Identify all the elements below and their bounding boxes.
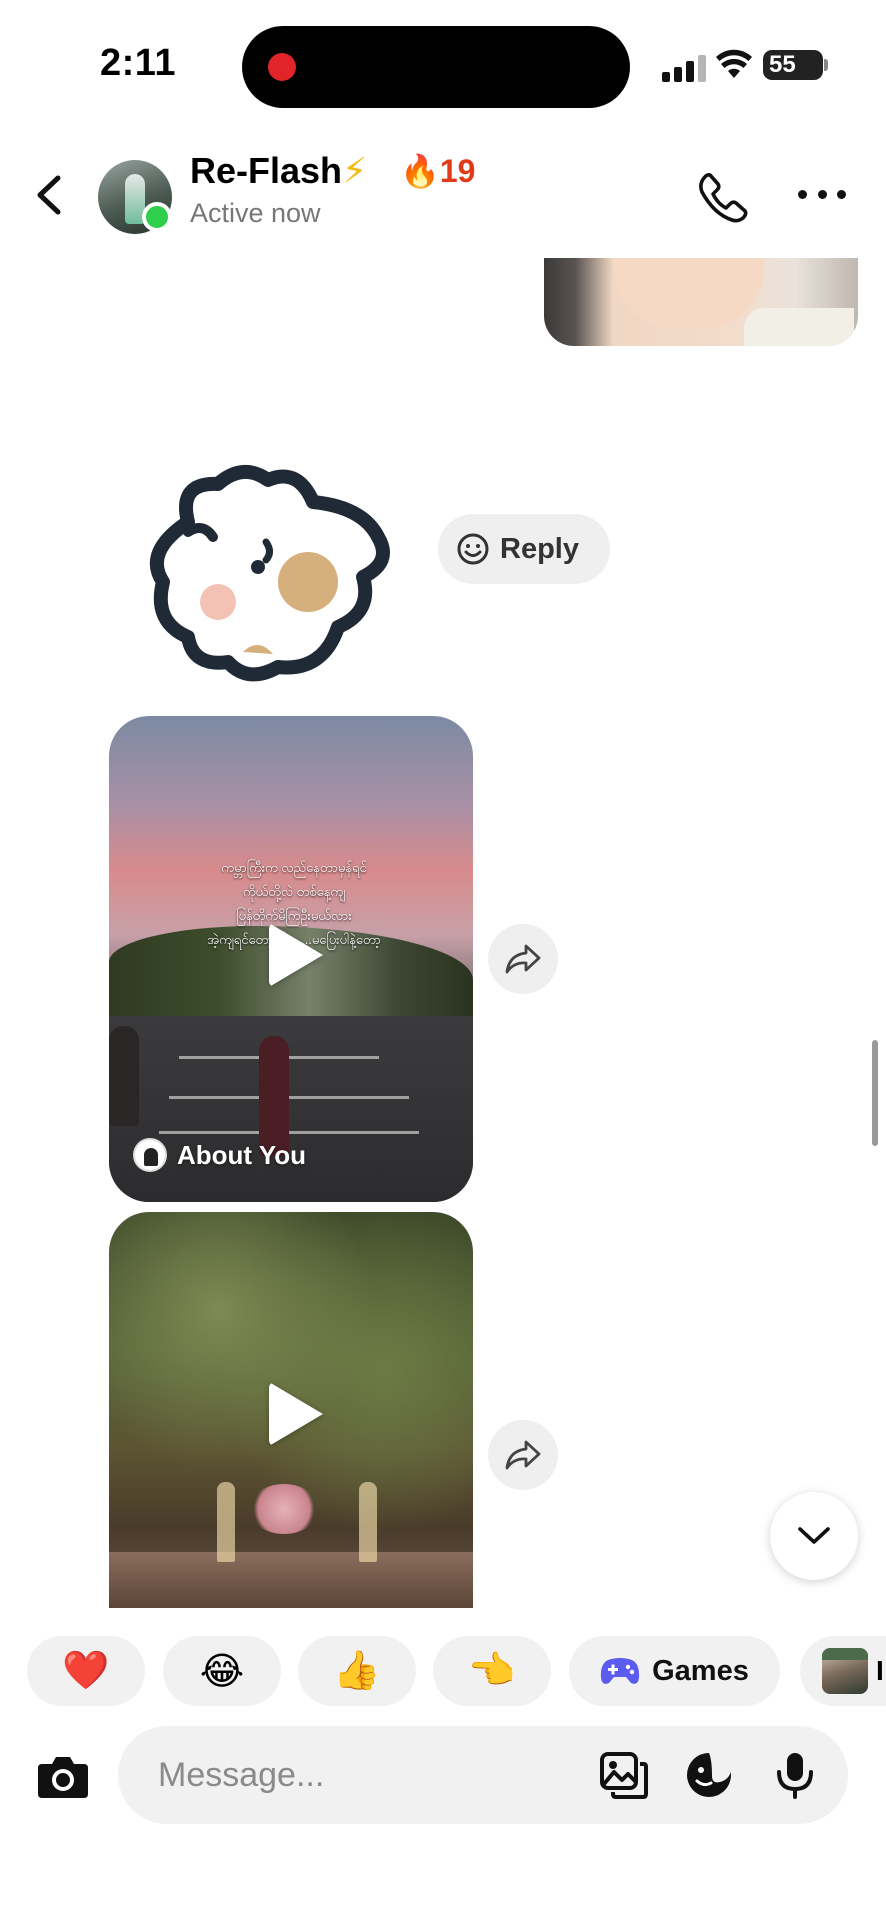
sent-photo-message[interactable] — [544, 258, 858, 346]
play-icon[interactable] — [269, 923, 323, 987]
contact-name[interactable]: Re-Flash⚡ — [190, 150, 367, 192]
video-glass — [359, 1482, 377, 1562]
share-arrow-icon — [505, 1440, 541, 1470]
contact-name-text: Re-Flash — [190, 150, 343, 191]
caption-line: ကိုယ်တို့လဲ တစ်နေ့ကျ — [242, 884, 346, 899]
quick-reaction-laugh[interactable]: 😂 — [163, 1636, 281, 1706]
cat-sticker[interactable] — [148, 462, 398, 684]
phone-call-icon[interactable] — [696, 170, 750, 224]
battery-level: 55 — [769, 51, 796, 78]
streak-badge: 🔥19 — [400, 153, 476, 189]
lightning-emoji: ⚡ — [342, 150, 368, 191]
share-arrow-icon — [505, 944, 541, 974]
more-options-icon[interactable] — [798, 190, 846, 202]
photo-content — [614, 258, 764, 328]
video-flowers — [249, 1484, 319, 1534]
shared-video-message-2[interactable] — [109, 1212, 473, 1608]
caption-line: ကမ္ဘာကြီးက လည်နေတာမှန်ရင် — [221, 860, 367, 875]
quick-reaction-thumbs-up[interactable]: 👍 — [298, 1636, 416, 1706]
message-input-container — [118, 1726, 848, 1824]
camera-icon[interactable] — [36, 1752, 90, 1800]
smiley-icon — [457, 533, 489, 565]
dynamic-island — [242, 26, 630, 108]
gamepad-icon — [601, 1658, 640, 1684]
play-icon[interactable] — [269, 1382, 323, 1446]
games-label: Games — [652, 1654, 749, 1687]
active-status: Active now — [190, 198, 321, 228]
message-composer — [0, 1726, 886, 1826]
battery-icon: 55 — [763, 50, 823, 80]
sticker-icon[interactable] — [684, 1750, 734, 1800]
video-parking-lot — [109, 1016, 473, 1202]
reply-button[interactable]: Reply — [438, 514, 610, 584]
games-button[interactable]: Games — [569, 1636, 780, 1706]
quick-reaction-point[interactable]: 👈 — [433, 1636, 551, 1706]
message-input[interactable] — [158, 1750, 578, 1800]
share-button-2[interactable] — [488, 1420, 558, 1490]
user-chip-label: I — [876, 1655, 884, 1686]
battery-tip — [824, 59, 828, 71]
quick-reply-row: ❤️ 😂 👍 👈 Games I — [0, 1636, 886, 1706]
cellular-signal-icon — [662, 54, 706, 82]
recording-indicator-icon — [268, 53, 296, 81]
reply-label: Reply — [500, 532, 579, 565]
video-author[interactable]: About You — [133, 1138, 306, 1172]
author-avatar — [133, 1138, 167, 1172]
wifi-icon — [716, 49, 752, 78]
online-status-icon — [142, 202, 172, 232]
chevron-down-icon — [798, 1527, 830, 1544]
quick-reaction-heart[interactable]: ❤️ — [27, 1636, 145, 1706]
quick-reply-user-chip[interactable]: I — [800, 1636, 886, 1706]
status-bar: 2:11 55 — [0, 0, 886, 130]
scroll-to-bottom-button[interactable] — [770, 1492, 858, 1580]
video-person — [109, 1026, 139, 1126]
shared-video-message[interactable]: ကမ္ဘာကြီးက လည်နေတာမှန်ရင် ကိုယ်တို့လဲ တစ… — [109, 716, 473, 1202]
photo-content-collar — [744, 308, 854, 346]
video-table — [109, 1552, 473, 1608]
microphone-icon[interactable] — [770, 1750, 820, 1800]
scrollbar[interactable] — [872, 1040, 878, 1146]
author-name: About You — [177, 1139, 307, 1170]
back-arrow-icon[interactable] — [30, 170, 70, 220]
user-thumbnail — [822, 1648, 868, 1694]
share-button[interactable] — [488, 924, 558, 994]
gallery-icon[interactable] — [598, 1750, 648, 1800]
chat-header: Re-Flash⚡ 🔥19 Active now — [0, 140, 886, 250]
lot-line — [169, 1096, 409, 1099]
status-time: 2:11 — [100, 42, 176, 84]
lot-line — [159, 1131, 419, 1134]
video-glass — [217, 1482, 235, 1562]
